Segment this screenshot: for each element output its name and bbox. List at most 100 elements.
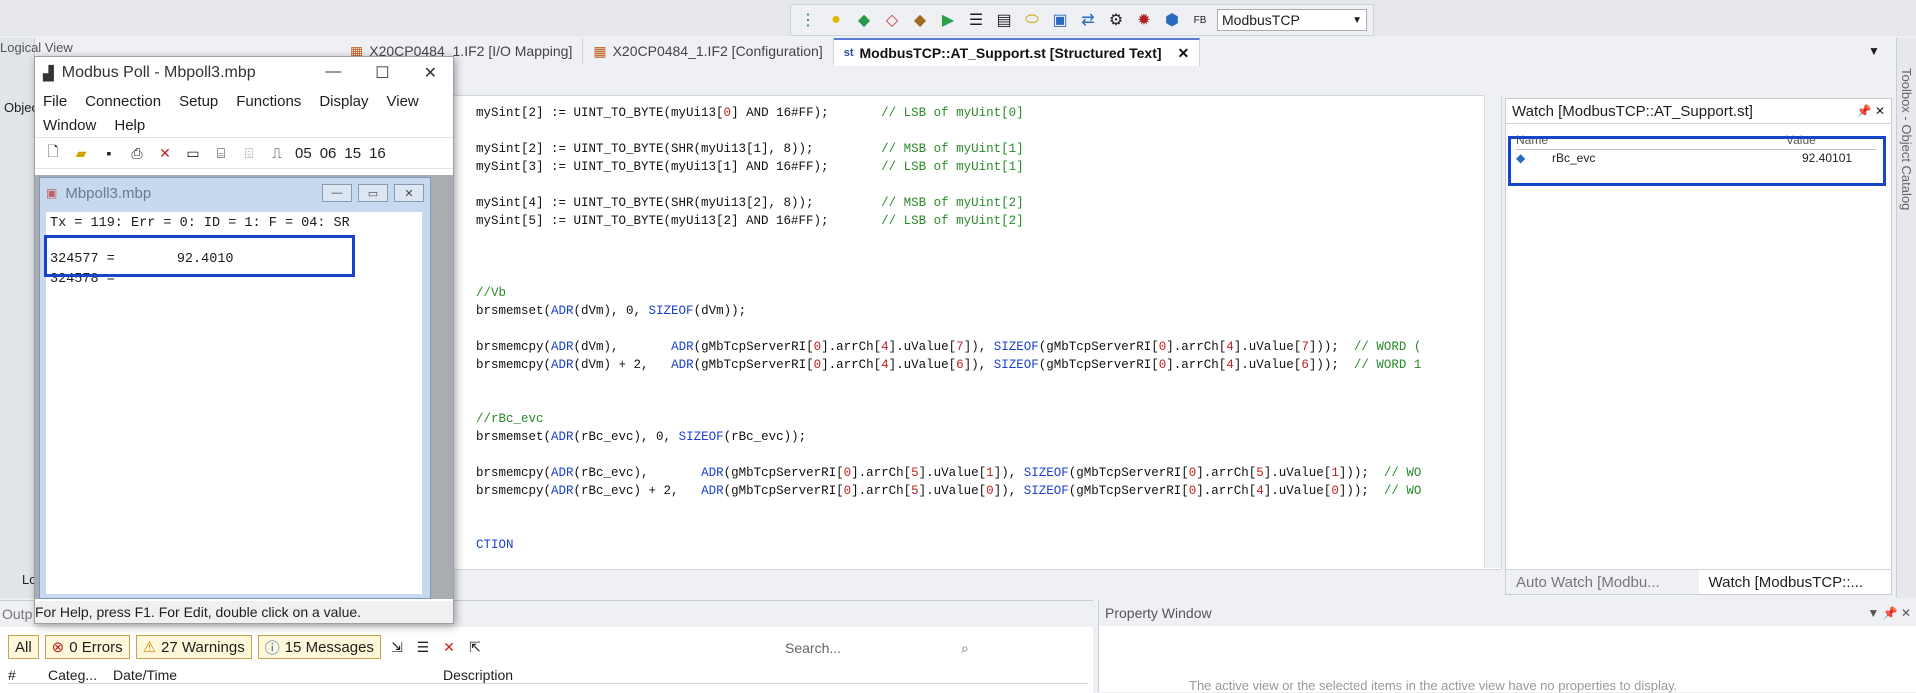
clear-icon[interactable]: ✕	[439, 637, 459, 657]
grip-icon: ⋮	[800, 12, 816, 29]
code-line[interactable]: CTION	[476, 536, 1421, 554]
lightbulb-icon[interactable]: ●	[825, 9, 847, 31]
code-line[interactable]: mySint[4] := UINT_TO_BYTE(SHR(myUi13[2],…	[476, 194, 1421, 212]
close-icon[interactable]: ✕	[424, 63, 437, 83]
code-line[interactable]	[476, 122, 1421, 140]
window-icon[interactable]: ▭	[183, 143, 203, 163]
configuration-select[interactable]: ModbusTCP ▼	[1217, 9, 1367, 31]
disconnect-icon[interactable]: ⌹	[239, 143, 259, 163]
func-06-button[interactable]: 06	[320, 145, 337, 162]
pulse-icon[interactable]: ⎍	[267, 143, 287, 163]
menu-display[interactable]: Display	[319, 93, 368, 110]
menu-functions[interactable]: Functions	[236, 93, 301, 110]
dropdown-icon[interactable]: ▼	[1867, 606, 1879, 620]
code-line[interactable]: brsmemcpy(ADR(dVm), ADR(gMbTcpServerRI[0…	[476, 338, 1421, 356]
export-icon[interactable]: ⇱	[465, 637, 485, 657]
menu-setup[interactable]: Setup	[179, 93, 218, 110]
menu-view[interactable]: View	[387, 93, 419, 110]
col-date[interactable]: Date/Time	[113, 667, 443, 683]
logical-view-tab[interactable]: Objec	[4, 100, 38, 115]
code-line[interactable]: mySint[2] := UINT_TO_BYTE(SHR(myUi13[1],…	[476, 140, 1421, 158]
print-icon[interactable]: ⎙	[127, 143, 147, 163]
code-line[interactable]	[476, 446, 1421, 464]
code-line[interactable]: brsmemcpy(ADR(rBc_evc), ADR(gMbTcpServer…	[476, 464, 1421, 482]
filter-icon[interactable]: ⇲	[387, 637, 407, 657]
func-16-button[interactable]: 16	[369, 145, 386, 162]
filter-messages[interactable]: ⓘ 15 Messages	[257, 635, 381, 659]
close-icon[interactable]: ✕	[394, 184, 424, 202]
pin-icon[interactable]: 📌	[1857, 104, 1872, 118]
minimize-icon[interactable]: —	[325, 63, 341, 83]
code-line[interactable]: mySint[3] := UINT_TO_BYTE(myUi13[1] AND …	[476, 158, 1421, 176]
code-editor[interactable]: mySint[2] := UINT_TO_BYTE(myUi13[0] AND …	[450, 95, 1502, 570]
menu-file[interactable]: File	[43, 93, 67, 110]
list-icon[interactable]: ☰	[413, 637, 433, 657]
code-line[interactable]: brsmemcpy(ADR(rBc_evc) + 2, ADR(gMbTcpSe…	[476, 482, 1421, 500]
code-line[interactable]	[476, 500, 1421, 518]
filter-errors[interactable]: ⊗ 0 Errors	[44, 635, 130, 659]
tab-watch[interactable]: Watch [ModbusTCP::...	[1698, 570, 1891, 594]
col-number[interactable]: #	[8, 667, 48, 683]
new-icon[interactable]: 🗋	[43, 143, 63, 163]
delete-icon[interactable]: ✕	[155, 143, 175, 163]
minimize-icon[interactable]: —	[322, 184, 352, 202]
shield-pen-icon[interactable]: ◆	[909, 9, 931, 31]
code-line[interactable]: mySint[5] := UINT_TO_BYTE(myUi13[2] AND …	[476, 212, 1421, 230]
code-line[interactable]: brsmemset(ADR(dVm), 0, SIZEOF(dVm));	[476, 302, 1421, 320]
clipboard-icon[interactable]: ▤	[993, 9, 1015, 31]
menu-window[interactable]: Window	[43, 117, 96, 134]
monitor-icon[interactable]: ▣	[1049, 9, 1071, 31]
maximize-icon[interactable]: ☐	[375, 63, 389, 83]
watch-title-bar: Watch [ModbusTCP::AT_Support.st] 📌 ✕	[1506, 99, 1891, 124]
step-icon[interactable]: ☰	[965, 9, 987, 31]
run-icon[interactable]: ▶	[937, 9, 959, 31]
code-line[interactable]	[476, 320, 1421, 338]
fb-icon[interactable]: FB	[1189, 9, 1211, 31]
open-icon[interactable]: ▰	[71, 143, 91, 163]
code-line[interactable]: mySint[2] := UINT_TO_BYTE(myUi13[0] AND …	[476, 104, 1421, 122]
menu-connection[interactable]: Connection	[85, 93, 161, 110]
tag-icon[interactable]: ⬭	[1021, 9, 1043, 31]
code-line[interactable]	[476, 266, 1421, 284]
close-icon[interactable]: ✕	[1178, 45, 1190, 62]
tab-auto-watch[interactable]: Auto Watch [Modbu...	[1506, 570, 1699, 594]
func-15-button[interactable]: 15	[344, 145, 361, 162]
shield-x-icon[interactable]: ◇	[881, 9, 903, 31]
logical-view-title[interactable]: Logical View	[0, 40, 73, 55]
code-line[interactable]: //Vb	[476, 284, 1421, 302]
close-icon[interactable]: ✕	[1901, 606, 1911, 620]
property-message: The active view or the selected items in…	[1189, 678, 1678, 693]
filter-warnings[interactable]: ⚠ 27 Warnings	[135, 635, 252, 659]
editor-scrollbar[interactable]	[1484, 95, 1501, 568]
tab-configuration[interactable]: ▦ X20CP0484_1.IF2 [Configuration]	[583, 38, 834, 64]
shield-check-icon[interactable]: ◆	[853, 9, 875, 31]
close-icon[interactable]: ✕	[1875, 104, 1885, 118]
output-search[interactable]: Search... ⌕	[785, 637, 1085, 659]
transfer-icon[interactable]: ⇄	[1077, 9, 1099, 31]
col-category[interactable]: Categ...	[48, 667, 113, 683]
search-input[interactable]: Search...	[785, 640, 841, 656]
code-line[interactable]	[476, 518, 1421, 536]
col-description[interactable]: Description	[443, 667, 513, 683]
menu-help[interactable]: Help	[114, 117, 145, 134]
code-line[interactable]	[476, 248, 1421, 266]
func-05-button[interactable]: 05	[295, 145, 312, 162]
settings-icon[interactable]: ⚙	[1105, 9, 1127, 31]
tab-overflow-icon[interactable]: ▼	[1868, 44, 1880, 58]
network-icon[interactable]: ⬢	[1161, 9, 1183, 31]
bug-icon[interactable]: ✹	[1133, 9, 1155, 31]
save-icon[interactable]: ▪	[99, 143, 119, 163]
code-line[interactable]	[476, 176, 1421, 194]
pin-icon[interactable]: 📌	[1883, 606, 1898, 620]
connect-icon[interactable]: ⌸	[211, 143, 231, 163]
code-line[interactable]	[476, 392, 1421, 410]
code-line[interactable]: //rBc_evc	[476, 410, 1421, 428]
filter-all[interactable]: All	[8, 635, 39, 659]
restore-icon[interactable]: ▭	[358, 184, 388, 202]
code-line[interactable]	[476, 374, 1421, 392]
toolbox-panel[interactable]: Toolbox - Object Catalog	[1896, 38, 1916, 598]
code-line[interactable]: brsmemset(ADR(rBc_evc), 0, SIZEOF(rBc_ev…	[476, 428, 1421, 446]
code-line[interactable]	[476, 230, 1421, 248]
code-line[interactable]: brsmemcpy(ADR(dVm) + 2, ADR(gMbTcpServer…	[476, 356, 1421, 374]
tab-structured-text[interactable]: st ModbusTCP::AT_Support.st [Structured …	[833, 38, 1201, 66]
